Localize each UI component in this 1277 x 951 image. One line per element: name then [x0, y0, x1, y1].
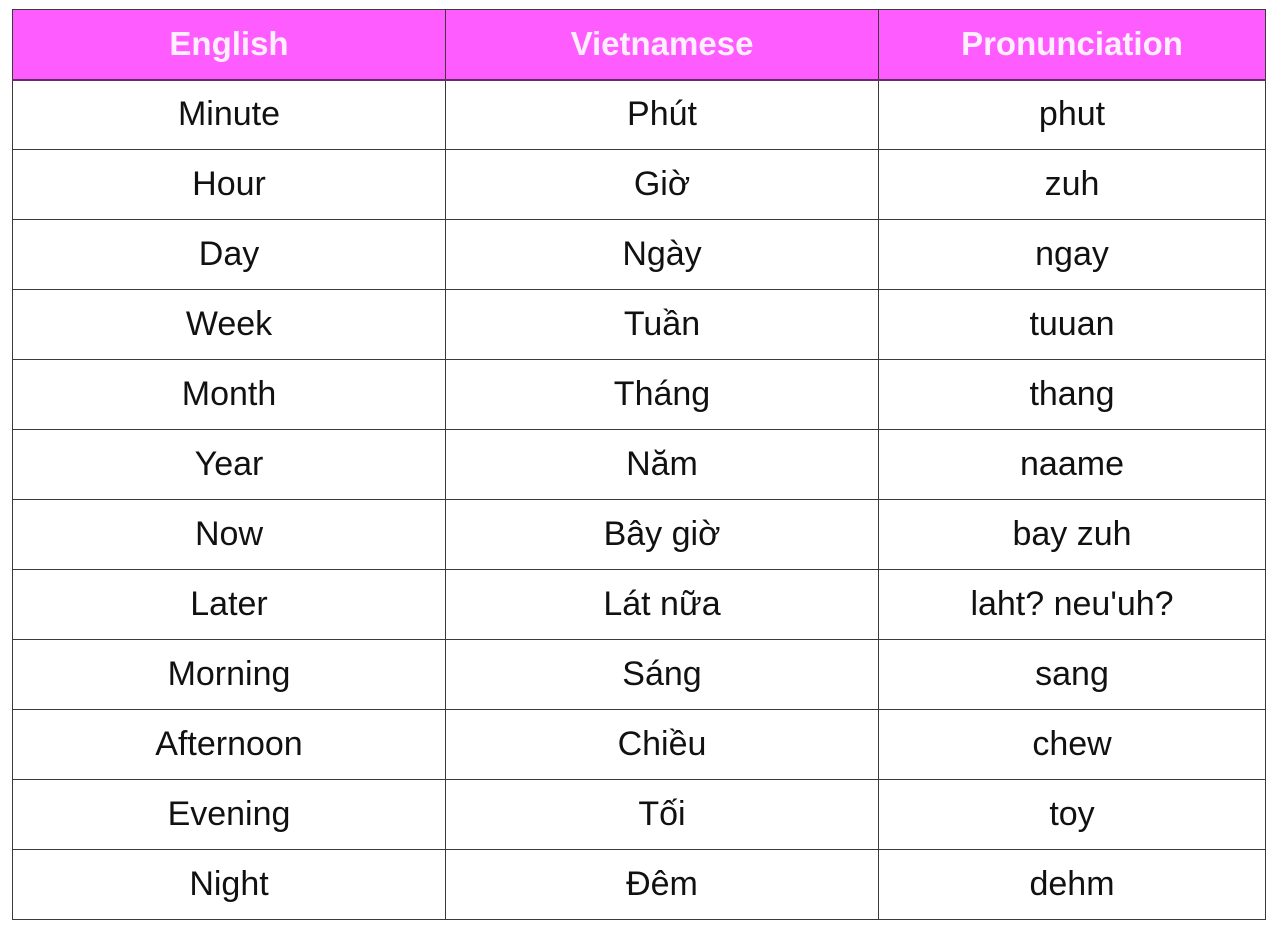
pronunciation-cell: chew — [878, 709, 1266, 780]
vietnamese-cell: Ngày — [445, 219, 879, 290]
english-cell: Minute — [12, 79, 446, 150]
pronunciation-cell: dehm — [878, 849, 1266, 920]
vietnamese-cell: Phút — [445, 79, 879, 150]
table-row: Week Tuần tuuan — [12, 289, 1266, 360]
column-header-vietnamese: Vietnamese — [445, 9, 879, 81]
pronunciation-cell: ngay — [878, 219, 1266, 290]
pronunciation-cell: toy — [878, 779, 1266, 850]
english-cell: Week — [12, 289, 446, 360]
pronunciation-cell: zuh — [878, 149, 1266, 220]
english-cell: Later — [12, 569, 446, 640]
table-row: Hour Giờ zuh — [12, 149, 1266, 220]
pronunciation-cell: phut — [878, 79, 1266, 150]
table-row: Year Năm naame — [12, 429, 1266, 500]
english-cell: Morning — [12, 639, 446, 710]
english-cell: Day — [12, 219, 446, 290]
table-row: Month Tháng thang — [12, 359, 1266, 430]
vietnamese-cell: Sáng — [445, 639, 879, 710]
table-row: Minute Phút phut — [12, 79, 1266, 150]
table-row: Evening Tối toy — [12, 779, 1266, 850]
vietnamese-cell: Giờ — [445, 149, 879, 220]
vietnamese-cell: Tháng — [445, 359, 879, 430]
english-cell: Hour — [12, 149, 446, 220]
table-row: Later Lát nữa laht? neu'uh? — [12, 569, 1266, 640]
pronunciation-cell: naame — [878, 429, 1266, 500]
header-row: English Vietnamese Pronunciation — [12, 9, 1266, 81]
vocabulary-table: English Vietnamese Pronunciation Minute P… — [12, 9, 1266, 920]
english-cell: Afternoon — [12, 709, 446, 780]
pronunciation-cell: laht? neu'uh? — [878, 569, 1266, 640]
english-cell: Month — [12, 359, 446, 430]
vietnamese-cell: Bây giờ — [445, 499, 879, 570]
pronunciation-cell: tuuan — [878, 289, 1266, 360]
vietnamese-cell: Lát nữa — [445, 569, 879, 640]
vietnamese-cell: Chiều — [445, 709, 879, 780]
english-cell: Year — [12, 429, 446, 500]
pronunciation-cell: thang — [878, 359, 1266, 430]
pronunciation-cell: sang — [878, 639, 1266, 710]
pronunciation-cell: bay zuh — [878, 499, 1266, 570]
column-header-pronunciation: Pronunciation — [878, 9, 1266, 81]
english-cell: Now — [12, 499, 446, 570]
table-row: Morning Sáng sang — [12, 639, 1266, 710]
vietnamese-cell: Năm — [445, 429, 879, 500]
table-row: Day Ngày ngay — [12, 219, 1266, 290]
vietnamese-cell: Tuần — [445, 289, 879, 360]
table-row: Now Bây giờ bay zuh — [12, 499, 1266, 570]
english-cell: Night — [12, 849, 446, 920]
english-cell: Evening — [12, 779, 446, 850]
table-row: Night Đêm dehm — [12, 849, 1266, 920]
column-header-english: English — [12, 9, 446, 81]
vietnamese-cell: Đêm — [445, 849, 879, 920]
table-row: Afternoon Chiều chew — [12, 709, 1266, 780]
vietnamese-cell: Tối — [445, 779, 879, 850]
